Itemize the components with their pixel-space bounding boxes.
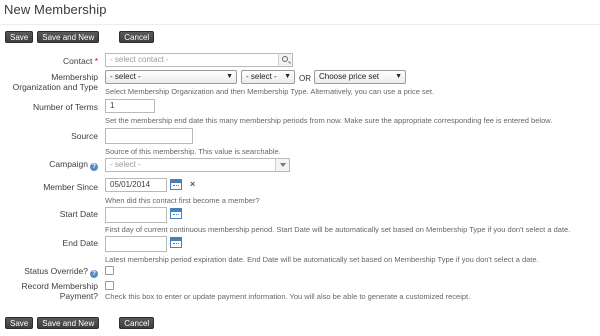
- record-payment-label: Record Membership Payment?: [21, 281, 98, 301]
- or-separator: OR: [299, 74, 311, 83]
- calendar-icon[interactable]: [170, 179, 182, 190]
- contact-search-button[interactable]: [278, 54, 292, 66]
- contact-label: Contact *: [63, 56, 98, 66]
- member-since-help: When did this contact first become a mem…: [105, 196, 260, 205]
- source-label: Source: [71, 131, 98, 141]
- membership-type-select[interactable]: - select - ▼: [241, 70, 295, 84]
- member-since-label: Member Since: [43, 182, 98, 192]
- record-payment-help: Check this box to enter or update paymen…: [105, 292, 471, 301]
- source-input[interactable]: [105, 128, 193, 144]
- save-and-new-button[interactable]: Save and New: [37, 31, 100, 43]
- start-date-input[interactable]: [105, 207, 167, 223]
- status-override-label: Status Override??: [24, 266, 98, 278]
- calendar-icon[interactable]: [170, 208, 182, 219]
- record-payment-label-line2: Payment?: [59, 291, 98, 301]
- membership-org-label-line2: Organization and Type: [12, 82, 98, 92]
- campaign-placeholder: - select -: [110, 160, 141, 169]
- campaign-select[interactable]: - select -: [105, 158, 290, 172]
- save-and-new-button[interactable]: Save and New: [37, 317, 100, 329]
- help-icon[interactable]: ?: [90, 163, 98, 171]
- campaign-label: Campaign?: [49, 159, 98, 171]
- required-marker: *: [94, 56, 98, 66]
- number-of-terms-label: Number of Terms: [32, 102, 98, 112]
- start-date-help: First day of current continuous membersh…: [105, 225, 571, 234]
- status-override-label-text: Status Override?: [24, 266, 88, 276]
- membership-organization-select[interactable]: - select - ▼: [105, 70, 237, 84]
- contact-select[interactable]: - select contact -: [105, 53, 293, 67]
- chevron-down-icon[interactable]: [275, 159, 289, 171]
- status-override-checkbox[interactable]: [105, 266, 114, 275]
- member-since-input[interactable]: 05/01/2014: [105, 178, 167, 192]
- record-payment-checkbox[interactable]: [105, 281, 114, 290]
- bottom-button-bar: Save Save and New Cancel: [5, 317, 155, 329]
- page-title: New Membership: [4, 2, 107, 17]
- contact-label-text: Contact: [63, 56, 93, 66]
- price-set-value: Choose price set: [319, 72, 380, 81]
- cancel-button[interactable]: Cancel: [119, 31, 155, 43]
- chevron-down-icon: ▼: [226, 73, 233, 80]
- chevron-down-icon: ▼: [395, 73, 402, 80]
- contact-placeholder: - select contact -: [110, 55, 169, 64]
- record-payment-label-line1: Record Membership: [21, 281, 98, 291]
- campaign-label-text: Campaign: [49, 159, 88, 169]
- membership-type-value: - select -: [246, 72, 277, 81]
- cancel-button[interactable]: Cancel: [119, 317, 155, 329]
- search-icon: [282, 56, 288, 62]
- help-icon[interactable]: ?: [90, 270, 98, 278]
- end-date-help: Latest membership period expiration date…: [105, 255, 539, 264]
- number-of-terms-input[interactable]: 1: [105, 99, 155, 113]
- calendar-icon[interactable]: [170, 237, 182, 248]
- chevron-down-icon: ▼: [284, 73, 291, 80]
- divider: [0, 24, 600, 25]
- membership-org-label: Membership Organization and Type: [13, 72, 98, 92]
- membership-organization-value: - select -: [110, 72, 141, 81]
- source-help: Source of this membership. This value is…: [105, 147, 281, 156]
- end-date-input[interactable]: [105, 236, 167, 252]
- price-set-select[interactable]: Choose price set ▼: [314, 70, 406, 84]
- clear-date-icon[interactable]: ×: [190, 179, 195, 189]
- number-of-terms-help: Set the membership end date this many me…: [105, 116, 553, 125]
- membership-org-help: Select Membership Organization and then …: [105, 87, 435, 96]
- end-date-label: End Date: [62, 238, 98, 248]
- top-button-bar: Save Save and New Cancel: [5, 31, 155, 43]
- save-button[interactable]: Save: [5, 317, 34, 329]
- start-date-label: Start Date: [59, 209, 98, 219]
- save-button[interactable]: Save: [5, 31, 34, 43]
- membership-org-label-line1: Membership: [51, 72, 98, 82]
